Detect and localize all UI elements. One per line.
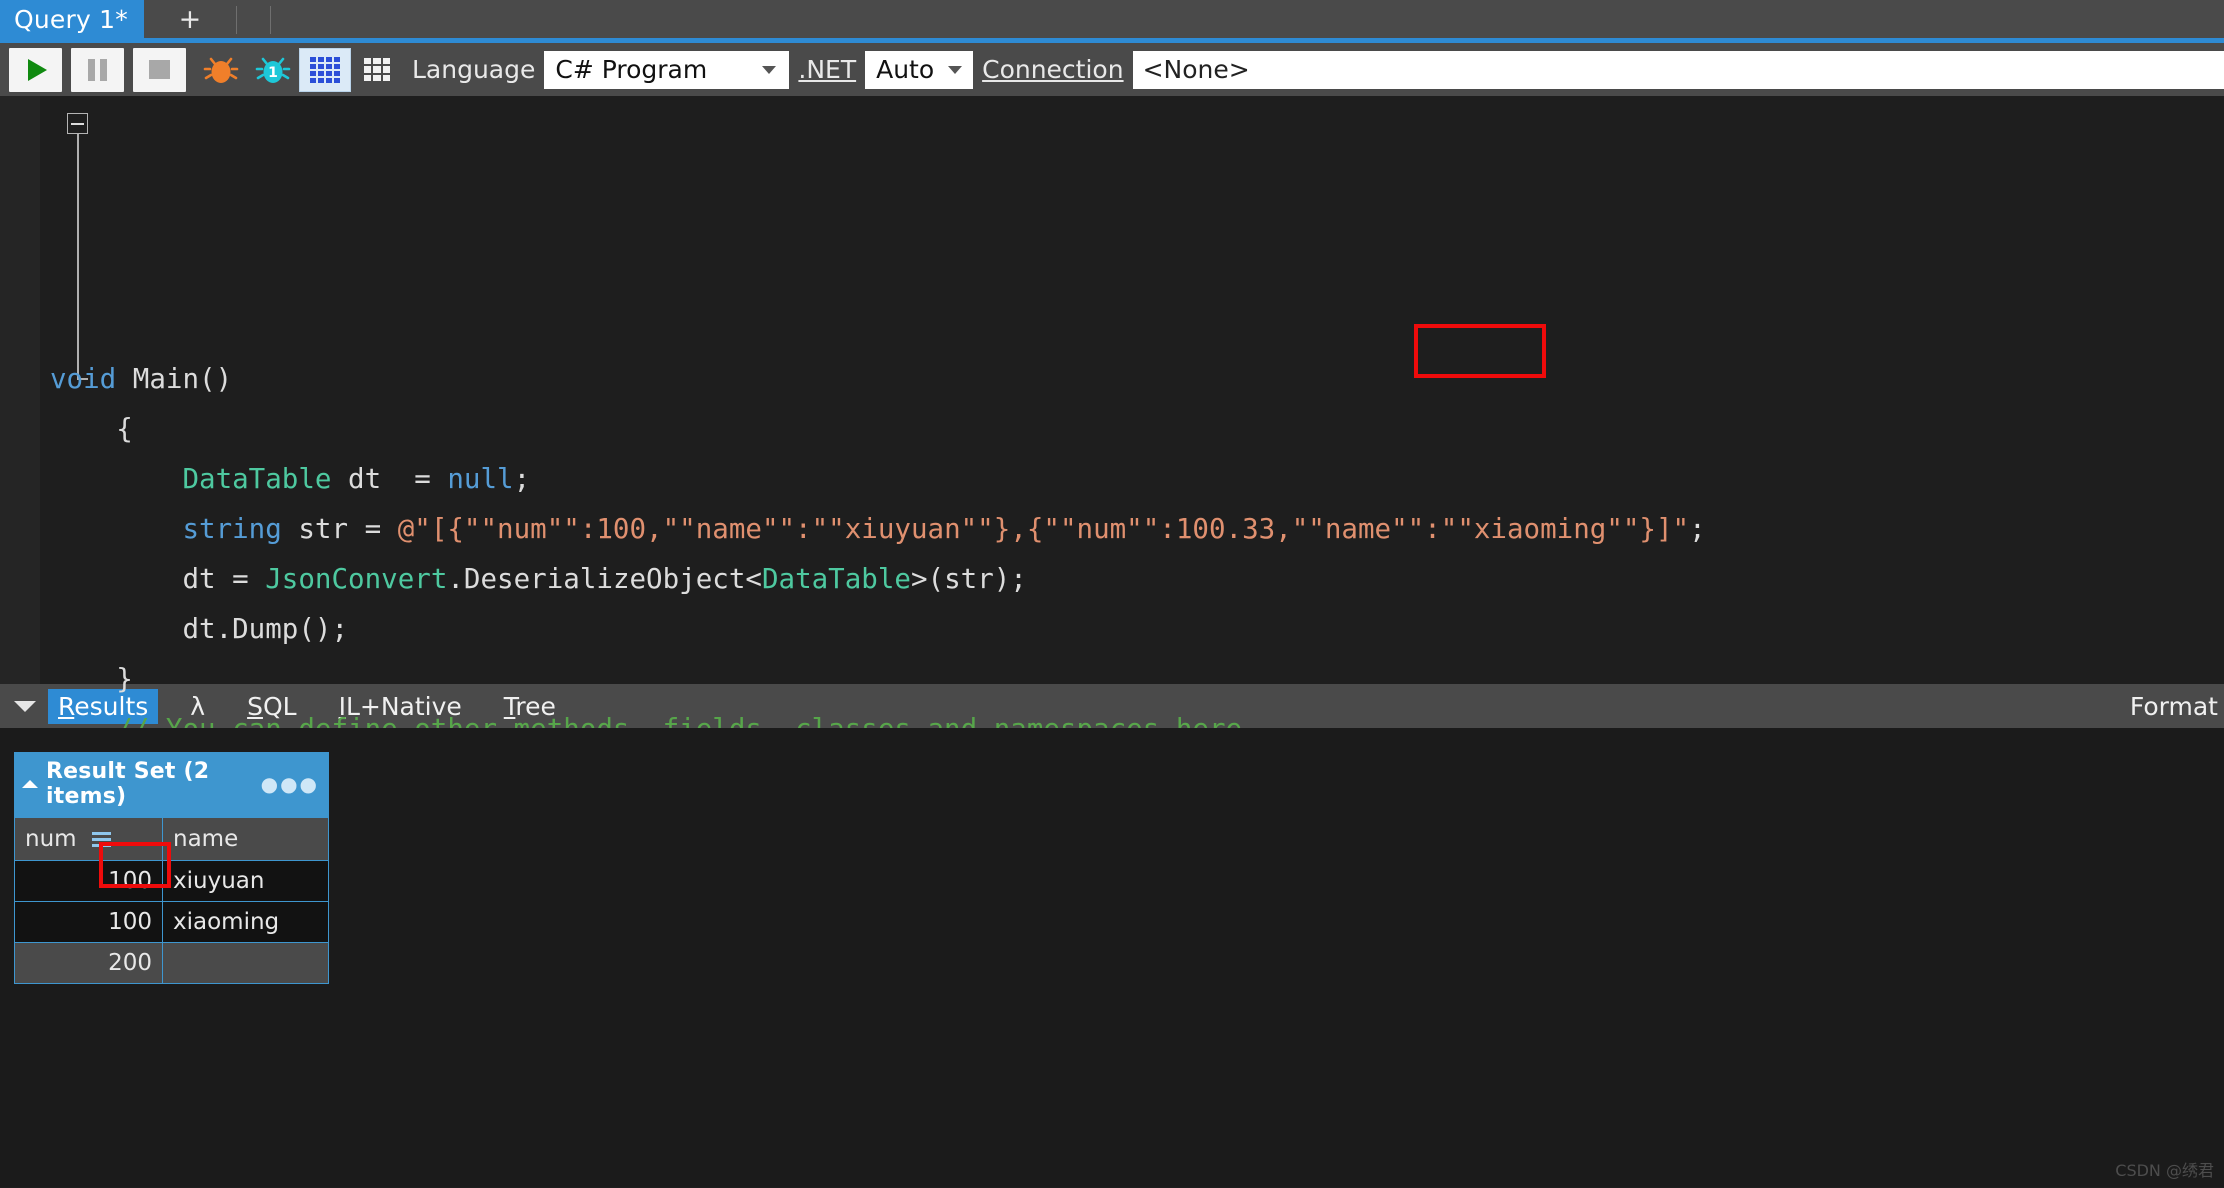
code-lines: void Main() { DataTable dt = null; strin… bbox=[40, 354, 2224, 754]
language-select-value: C# Program bbox=[555, 55, 708, 84]
code-line: } bbox=[116, 663, 133, 695]
plus-icon: + bbox=[178, 3, 202, 35]
column-header-name-label: name bbox=[173, 826, 239, 852]
debug-button[interactable] bbox=[195, 48, 247, 92]
code-line: { bbox=[116, 413, 133, 445]
cell-num[interactable]: 100 bbox=[14, 901, 163, 943]
column-header-num-label: num bbox=[25, 826, 77, 852]
connection-input[interactable]: <None> bbox=[1132, 50, 2224, 89]
stop-button[interactable] bbox=[133, 47, 186, 92]
net-label: .NET bbox=[798, 55, 857, 84]
result-set-caption[interactable]: Result Set (2 items) ●●● bbox=[14, 752, 329, 817]
result-set-table[interactable]: Result Set (2 items) ●●● num name 100 xiu… bbox=[14, 752, 329, 984]
svg-text:1: 1 bbox=[268, 65, 278, 81]
pause-icon bbox=[88, 58, 107, 81]
tab-strip: Query 1* + bbox=[0, 0, 2224, 38]
debug-step-button[interactable]: 1 bbox=[247, 48, 299, 92]
run-button[interactable] bbox=[9, 47, 62, 92]
code-text[interactable]: void Main() { DataTable dt = null; strin… bbox=[40, 96, 2224, 745]
tab-gap-1 bbox=[237, 0, 270, 38]
pause-button[interactable] bbox=[71, 47, 124, 92]
results-grid-view-button[interactable] bbox=[299, 47, 351, 92]
code-line: DataTable dt = null; bbox=[182, 463, 531, 495]
play-icon bbox=[28, 58, 47, 81]
tab-query-1-label: Query 1* bbox=[14, 4, 128, 34]
results-panel: Result Set (2 items) ●●● num name 100 xiu… bbox=[0, 728, 2224, 1187]
orange-bug-icon bbox=[203, 57, 239, 83]
editor-gutter bbox=[0, 96, 40, 684]
caret-up-icon[interactable] bbox=[22, 780, 38, 788]
cyan-bug-one-icon: 1 bbox=[255, 57, 291, 83]
column-header-num[interactable]: num bbox=[14, 817, 163, 861]
grid-cells-icon bbox=[364, 57, 390, 82]
code-line: dt = JsonConvert.DeserializeObject<DataT… bbox=[182, 563, 1027, 595]
region-guide bbox=[77, 134, 79, 379]
code-line: void Main() bbox=[50, 363, 233, 395]
table-header-row: num name bbox=[14, 817, 329, 861]
code-editor[interactable]: void Main() { DataTable dt = null; strin… bbox=[0, 96, 2224, 745]
tab-strip-filler bbox=[270, 0, 2224, 38]
table-row[interactable]: 100 xiaoming bbox=[14, 901, 329, 943]
caret-down-icon[interactable] bbox=[14, 700, 36, 712]
cell-total-name bbox=[162, 942, 329, 984]
net-version-value: Auto bbox=[876, 55, 935, 84]
chevron-down-icon bbox=[948, 65, 963, 74]
cell-name[interactable]: xiuyuan bbox=[162, 860, 329, 902]
main-toolbar: 1 Language C# Program .NET Auto Connecti… bbox=[0, 43, 2224, 96]
net-version-select[interactable]: Auto bbox=[865, 50, 974, 89]
chevron-down-icon bbox=[762, 65, 777, 74]
collapse-region-icon[interactable] bbox=[67, 113, 88, 134]
language-select[interactable]: C# Program bbox=[544, 50, 790, 89]
stop-icon bbox=[149, 60, 170, 79]
grid-rows-icon bbox=[310, 56, 340, 83]
watermark: CSDN @绣君 bbox=[2115, 1161, 2214, 1180]
language-label: Language bbox=[412, 55, 536, 84]
connection-label: Connection bbox=[982, 55, 1124, 84]
result-set-title: Result Set (2 items) bbox=[46, 759, 210, 809]
ellipsis-icon[interactable]: ●●● bbox=[261, 772, 319, 796]
cell-num[interactable]: 100 bbox=[14, 860, 163, 902]
new-tab-button[interactable]: + bbox=[143, 0, 236, 38]
column-header-name[interactable]: name bbox=[162, 817, 329, 861]
cell-total-num: 200 bbox=[14, 942, 163, 984]
tab-query-1[interactable]: Query 1* bbox=[0, 0, 144, 38]
table-row[interactable]: 100 xiuyuan bbox=[14, 860, 329, 902]
results-cells-view-button[interactable] bbox=[351, 48, 403, 92]
code-line: dt.Dump(); bbox=[182, 613, 349, 645]
result-set-body: 100 xiuyuan 100 xiaoming 200 bbox=[14, 860, 329, 984]
hamburger-icon[interactable] bbox=[91, 832, 111, 847]
code-line: string str = @"[{""num"":100,""name"":""… bbox=[182, 513, 1706, 545]
cell-name[interactable]: xiaoming bbox=[162, 901, 329, 943]
table-total-row: 200 bbox=[14, 942, 329, 984]
connection-value: <None> bbox=[1142, 55, 1250, 84]
result-set-head: num name bbox=[14, 817, 329, 861]
